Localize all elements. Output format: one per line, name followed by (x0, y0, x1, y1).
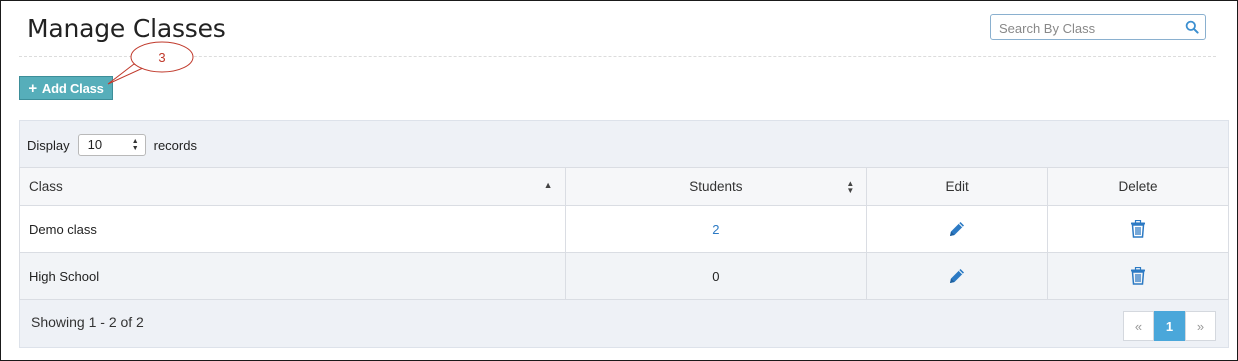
records-label: records (153, 137, 197, 153)
class-name-cell: Demo class (19, 205, 566, 253)
add-class-label: Add Class (41, 80, 104, 96)
display-label: Display (27, 137, 70, 153)
delete-cell (1047, 205, 1229, 253)
sort-both-icon: ▲ ▼ (846, 179, 855, 195)
column-header-class[interactable]: Class ▲ (19, 167, 566, 206)
edit-cell (866, 205, 1049, 253)
column-header-delete: Delete (1047, 167, 1229, 206)
stepper-arrows-icon: ▲ ▼ (131, 138, 139, 152)
previous-page-button[interactable]: « (1123, 311, 1154, 341)
students-count-cell: 2 (564, 205, 868, 253)
page-1-button[interactable]: 1 (1154, 311, 1185, 341)
column-header-edit: Edit (866, 167, 1049, 206)
delete-cell (1047, 252, 1229, 300)
column-header-students[interactable]: Students ▲ ▼ (564, 167, 868, 206)
trash-icon[interactable] (1130, 267, 1146, 285)
pencil-icon[interactable] (948, 220, 966, 238)
next-page-button[interactable]: » (1185, 311, 1216, 341)
page-title: Manage Classes (27, 14, 226, 43)
students-count-link[interactable]: 2 (712, 222, 719, 237)
students-count-cell: 0 (564, 252, 868, 300)
add-class-button[interactable]: + Add Class (19, 76, 113, 100)
pencil-icon[interactable] (948, 267, 966, 285)
classes-table-panel: Display 10 ▲ ▼ records Class ▲ Students ▲… (19, 120, 1229, 348)
table-info-text: Showing 1 - 2 of 2 (31, 314, 144, 330)
title-divider (19, 56, 1216, 57)
length-control: Display 10 ▲ ▼ records (27, 133, 197, 157)
table-header-row: Class ▲ Students ▲ ▼ Edit Delete (19, 167, 1229, 206)
edit-cell (866, 252, 1049, 300)
search-input[interactable] (997, 18, 1181, 38)
class-name-cell: High School (19, 252, 566, 300)
pagination: « 1 » (1123, 311, 1216, 341)
records-per-page-select[interactable]: 10 ▲ ▼ (77, 134, 146, 156)
table-row: Demo class 2 (19, 205, 1229, 253)
sort-asc-icon: ▲ (543, 180, 553, 190)
table-row: High School 0 (19, 252, 1229, 300)
search-icon[interactable] (1185, 20, 1199, 34)
classes-table: Class ▲ Students ▲ ▼ Edit Delete Demo cla… (19, 167, 1229, 300)
trash-icon[interactable] (1130, 220, 1146, 238)
plus-icon: + (28, 79, 37, 97)
search-field[interactable] (990, 14, 1206, 40)
records-per-page-value: 10 (87, 137, 103, 152)
